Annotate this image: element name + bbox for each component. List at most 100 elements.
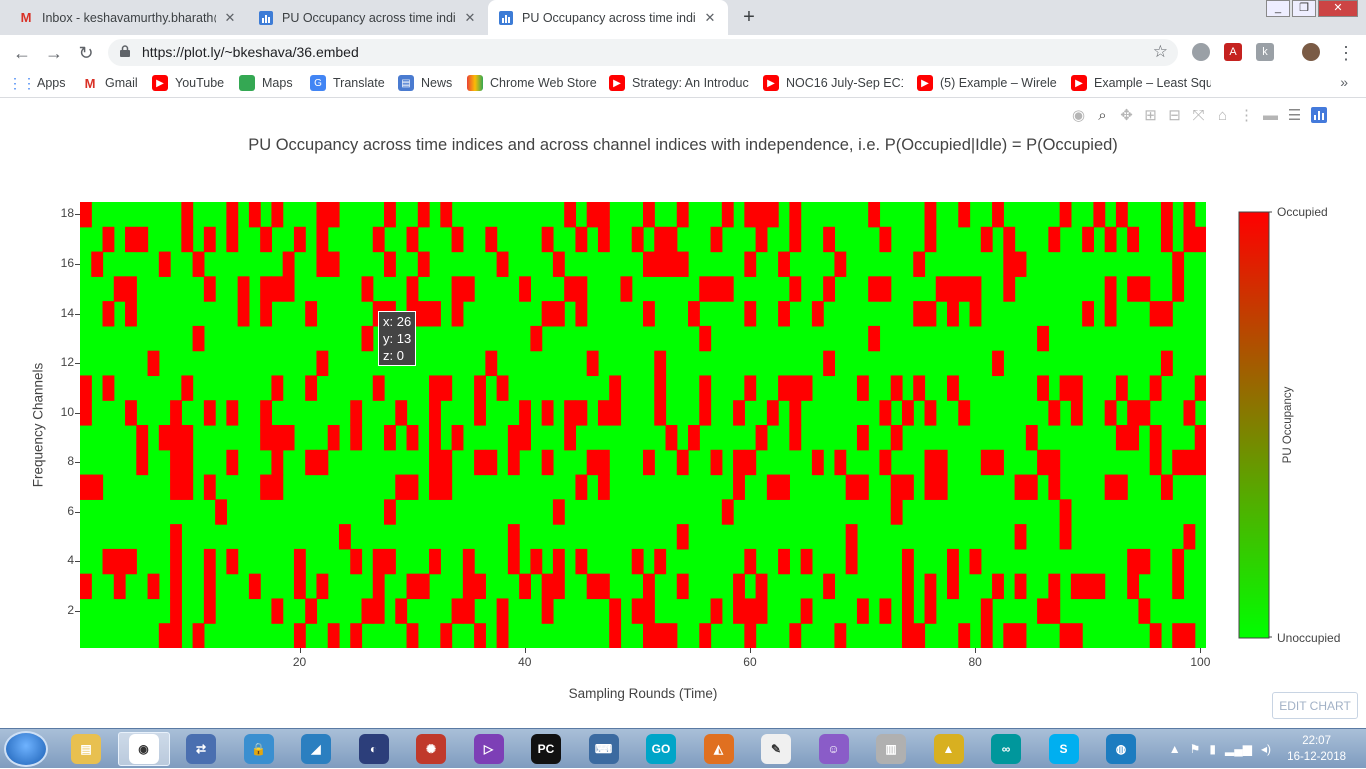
heatmap-cell[interactable] [755,226,768,253]
heatmap-cell[interactable] [1115,474,1128,500]
heatmap-cell[interactable] [384,499,396,525]
heatmap-cell[interactable] [676,524,689,550]
taskbar-app-wireshark[interactable]: ◢ [290,732,342,766]
heatmap-cell[interactable] [474,623,486,648]
heatmap-cell[interactable] [755,573,768,600]
pdf-extension-icon[interactable]: A [1224,43,1242,61]
heatmap-cell[interactable] [181,449,194,476]
heatmap-cell[interactable] [744,301,757,327]
heatmap-cell[interactable] [766,474,779,500]
heatmap-cell[interactable] [462,276,475,302]
heatmap-cell[interactable] [474,400,486,426]
heatmap-cell[interactable] [474,573,486,600]
heatmap-cell[interactable] [800,548,813,575]
heatmap-cell[interactable] [789,425,802,451]
heatmap-cell[interactable] [947,276,959,302]
heatmap-cell[interactable] [586,573,599,600]
heatmap-cell[interactable] [305,301,318,327]
heatmap-cell[interactable] [643,573,655,600]
heatmap-cell[interactable] [1093,202,1106,228]
heatmap-cell[interactable] [620,276,633,302]
heatmap-cell[interactable] [1093,573,1106,600]
heatmap-cell[interactable] [429,400,441,426]
heatmap-cell[interactable] [676,449,689,476]
bookmark-maps[interactable]: Maps [239,75,293,91]
heatmap-cell[interactable] [237,276,250,302]
heatmap-cell[interactable] [1059,623,1072,648]
heatmap-cell[interactable] [552,548,565,575]
heatmap-cell[interactable] [271,276,284,302]
heatmap-cell[interactable] [260,226,273,253]
heatmap-cell[interactable] [485,350,498,377]
heatmap-cell[interactable] [1037,598,1049,624]
hover-compare-icon[interactable]: ☰ [1286,107,1303,124]
heatmap-cell[interactable] [203,400,216,426]
heatmap-cell[interactable] [597,573,610,600]
heatmap-cell[interactable] [429,449,441,476]
heatmap-cell[interactable] [744,449,757,476]
heatmap-cell[interactable] [417,251,430,277]
heatmap-cell[interactable] [125,226,137,253]
heatmap-cell[interactable] [1014,251,1027,277]
zoom-out-icon[interactable]: ⊟ [1166,107,1183,124]
heatmap-cell[interactable] [654,375,667,401]
heatmap-cell[interactable] [924,226,937,253]
heatmap-cell[interactable] [170,449,182,476]
heatmap-cell[interactable] [811,449,824,476]
heatmap-cell[interactable] [1149,425,1162,451]
heatmap-cell[interactable] [1172,276,1185,302]
heatmap-cell[interactable] [778,375,790,401]
heatmap-cell[interactable] [575,474,588,500]
heatmap-cell[interactable] [282,276,295,302]
heatmap-cell[interactable] [226,548,239,575]
bookmark-apps[interactable]: ⋮⋮ Apps [14,75,66,91]
heatmap-cell[interactable] [597,474,610,500]
heatmap-cell[interactable] [654,623,667,648]
heatmap-cell[interactable] [136,425,149,451]
heatmap-cell[interactable] [958,623,971,648]
heatmap-cell[interactable] [845,548,858,575]
heatmap-cell[interactable] [856,474,869,500]
heatmap-cell[interactable] [203,474,216,500]
heatmap-cell[interactable] [834,251,847,277]
heatmap-cell[interactable] [541,598,554,624]
heatmap-cell[interactable] [1014,573,1027,600]
heatmap-cell[interactable] [451,425,464,451]
heatmap-cell[interactable] [350,548,363,575]
heatmap-cell[interactable] [541,226,554,253]
heatmap-cell[interactable] [800,375,813,401]
heatmap-cell[interactable] [1149,375,1162,401]
heatmap-cell[interactable] [80,375,92,401]
heatmap-cell[interactable] [316,251,329,277]
heatmap-cell[interactable] [406,623,419,648]
bookmark-strategy[interactable]: ▶ Strategy: An Introduc [609,75,749,91]
heatmap-cell[interactable] [125,400,137,426]
heatmap-cell[interactable] [113,548,126,575]
heatmap-cell[interactable] [192,325,205,352]
taskbar-app-matlab[interactable]: ◭ [693,732,745,766]
heatmap-cell[interactable] [1115,425,1128,451]
heatmap-cell[interactable] [710,226,723,253]
zoom-in-icon[interactable]: ⊞ [1142,107,1159,124]
taskbar-app-eclipse[interactable]: ◐ [348,732,400,766]
heatmap-cell[interactable] [485,226,498,253]
heatmap-cell[interactable] [778,548,790,575]
heatmap-cell[interactable] [440,474,453,500]
heatmap-cell[interactable] [406,226,419,253]
heatmap-cell[interactable] [316,573,329,600]
heatmap-cell[interactable] [755,425,768,451]
heatmap-cell[interactable] [372,548,385,575]
heatmap-cell[interactable] [215,499,227,525]
new-tab-button[interactable]: + [738,6,760,28]
heatmap-cell[interactable] [924,400,937,426]
heatmap-cell[interactable] [1037,325,1049,352]
heatmap-cell[interactable] [564,400,577,426]
heatmap-cell[interactable] [879,400,892,426]
heatmap-cell[interactable] [260,474,273,500]
heatmap-cell[interactable] [992,573,1004,600]
heatmap-cell[interactable] [1194,226,1206,253]
bookmark-translate[interactable]: G Translate [310,75,385,91]
heatmap-cell[interactable] [699,623,712,648]
heatmap-cell[interactable] [1172,251,1185,277]
reload-button[interactable]: ↻ [74,41,98,65]
